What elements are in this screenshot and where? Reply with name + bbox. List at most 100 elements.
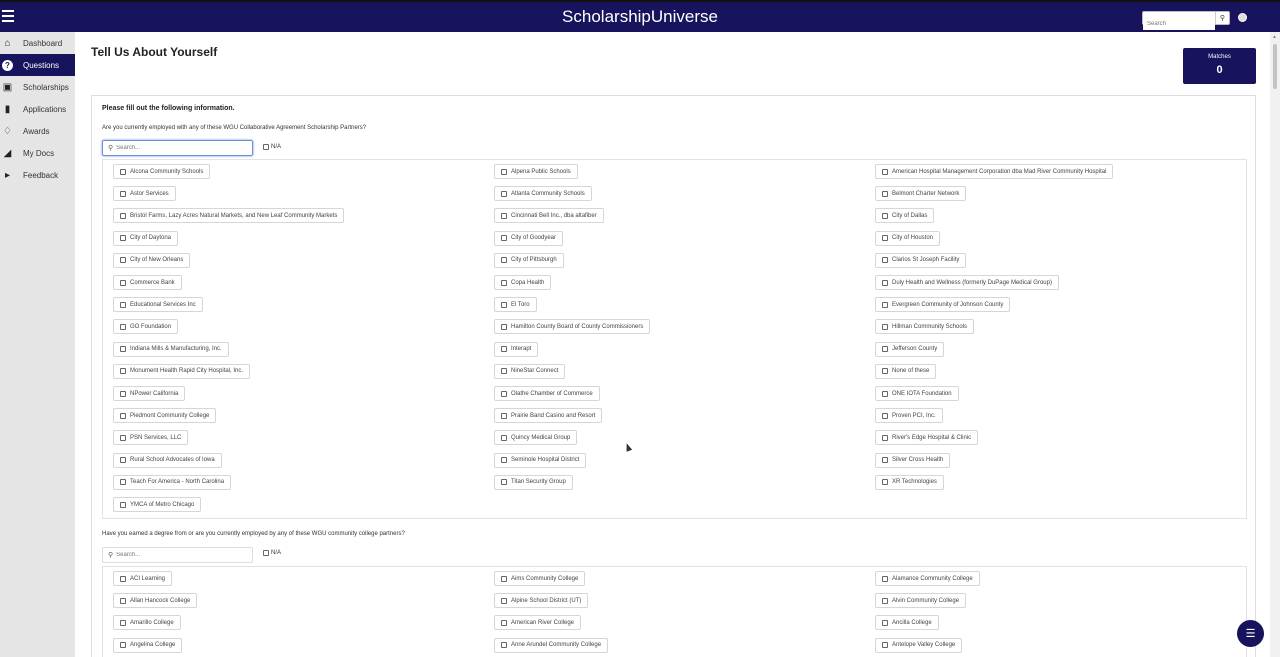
option-checkbox-item[interactable]: Interapt xyxy=(494,341,539,357)
option-checkbox-item[interactable]: GO Foundation xyxy=(113,319,179,335)
checkbox[interactable] xyxy=(120,619,126,626)
option-checkbox-item[interactable]: Bristol Farms, Lazy Acres Natural Market… xyxy=(113,208,345,224)
checkbox[interactable] xyxy=(120,457,126,464)
checkbox[interactable] xyxy=(882,619,888,626)
checkbox[interactable] xyxy=(120,642,126,649)
option-checkbox-item[interactable]: American Hospital Management Corporation… xyxy=(875,164,1114,179)
option-checkbox-item[interactable]: City of New Orleans xyxy=(113,252,191,268)
option-checkbox-item[interactable]: River's Edge Hospital & Clinic xyxy=(875,430,979,446)
checkbox[interactable] xyxy=(882,597,888,604)
option-checkbox-item[interactable]: Alvin Community College xyxy=(875,593,967,609)
option-checkbox-item[interactable]: Prairie Band Casino and Resort xyxy=(494,408,603,424)
na-checkbox[interactable] xyxy=(263,550,269,556)
checkbox[interactable] xyxy=(501,301,507,308)
option-checkbox-item[interactable]: Angelina College xyxy=(113,637,183,653)
checkbox[interactable] xyxy=(501,642,507,649)
checkbox[interactable] xyxy=(882,575,888,582)
option-checkbox-item[interactable]: Educational Services Inc xyxy=(113,297,203,313)
option-checkbox-item[interactable]: NineStar Connect xyxy=(494,363,566,379)
checkbox[interactable] xyxy=(882,190,888,197)
checkbox[interactable] xyxy=(120,368,126,375)
option-checkbox-item[interactable]: Jefferson County xyxy=(875,341,945,357)
checkbox[interactable] xyxy=(882,168,888,175)
checkbox[interactable] xyxy=(501,212,507,219)
option-checkbox-item[interactable]: Alpine School District (UT) xyxy=(494,593,589,609)
option-checkbox-item[interactable]: Silver Cross Health xyxy=(875,452,951,468)
checkbox[interactable] xyxy=(120,412,126,419)
checkbox[interactable] xyxy=(882,301,888,308)
checkbox[interactable] xyxy=(120,323,126,330)
option-checkbox-item[interactable]: City of Dallas xyxy=(875,208,935,224)
option-checkbox-item[interactable]: YMCA of Metro Chicago xyxy=(113,497,202,512)
checkbox[interactable] xyxy=(120,390,126,397)
option-checkbox-item[interactable]: Hillman Community Schools xyxy=(875,319,975,335)
option-checkbox-item[interactable]: PSN Services, LLC xyxy=(113,430,189,446)
sidebar-item-applications[interactable]: ▮ Applications xyxy=(0,98,75,120)
option-checkbox-item[interactable]: Seminole Hospital District xyxy=(494,452,587,468)
question-2-search-input[interactable] xyxy=(116,549,247,561)
checkbox[interactable] xyxy=(882,412,888,419)
option-checkbox-item[interactable]: ONE IOTA Foundation xyxy=(875,386,959,401)
top-search-input[interactable] xyxy=(1143,18,1215,30)
matches-badge[interactable]: Matches 0 xyxy=(1183,48,1256,84)
checkbox[interactable] xyxy=(120,434,126,441)
checkbox[interactable] xyxy=(120,235,126,242)
question-1-search-input[interactable] xyxy=(116,142,247,154)
checkbox[interactable] xyxy=(501,368,507,375)
checkbox[interactable] xyxy=(501,434,507,441)
option-checkbox-item[interactable]: Indiana Mills & Manufacturing, Inc. xyxy=(113,341,229,357)
option-checkbox-item[interactable]: Aims Community College xyxy=(494,571,586,586)
checkbox[interactable] xyxy=(882,457,888,464)
checkbox[interactable] xyxy=(120,279,126,286)
option-checkbox-item[interactable]: Alamance Community College xyxy=(875,571,980,586)
user-account-icon[interactable] xyxy=(1238,13,1247,22)
sidebar-item-questions[interactable]: ? Questions xyxy=(0,54,75,76)
option-checkbox-item[interactable]: City of Houston xyxy=(875,230,941,246)
checkbox[interactable] xyxy=(120,190,126,197)
option-checkbox-item[interactable]: Commerce Bank xyxy=(113,275,182,290)
checkbox[interactable] xyxy=(120,501,126,508)
option-checkbox-item[interactable]: ACI Learning xyxy=(113,571,173,586)
checkbox[interactable] xyxy=(501,235,507,242)
option-checkbox-item[interactable]: Quincy Medical Group xyxy=(494,430,578,446)
checkbox[interactable] xyxy=(882,235,888,242)
option-checkbox-item[interactable]: El Toro xyxy=(494,297,537,313)
sidebar-item-scholarships[interactable]: ▣ Scholarships xyxy=(0,76,75,98)
checkbox[interactable] xyxy=(120,597,126,604)
checkbox[interactable] xyxy=(501,457,507,464)
option-checkbox-item[interactable]: Alcona Community Schools xyxy=(113,164,211,179)
checkbox[interactable] xyxy=(882,434,888,441)
option-checkbox-item[interactable]: City of Goodyear xyxy=(494,230,564,246)
checkbox[interactable] xyxy=(882,212,888,219)
option-checkbox-item[interactable]: American River College xyxy=(494,615,582,631)
option-checkbox-item[interactable]: City of Daytona xyxy=(113,230,179,246)
checkbox[interactable] xyxy=(120,479,126,486)
checkbox[interactable] xyxy=(120,257,126,264)
sidebar-item-my-docs[interactable]: ◢ My Docs xyxy=(0,142,75,164)
checkbox[interactable] xyxy=(882,642,888,649)
option-checkbox-item[interactable]: Astor Services xyxy=(113,186,176,202)
checkbox[interactable] xyxy=(501,190,507,197)
option-checkbox-item[interactable]: Alpena Public Schools xyxy=(494,164,578,179)
checkbox[interactable] xyxy=(501,575,507,582)
checkbox[interactable] xyxy=(501,323,507,330)
checkbox[interactable] xyxy=(882,479,888,486)
checkbox[interactable] xyxy=(120,346,126,353)
checkbox[interactable] xyxy=(882,257,888,264)
checkbox[interactable] xyxy=(882,323,888,330)
checkbox[interactable] xyxy=(501,279,507,286)
option-checkbox-item[interactable]: Olathe Chamber of Commerce xyxy=(494,386,600,401)
checkbox[interactable] xyxy=(501,479,507,486)
sidebar-item-dashboard[interactable]: ⌂ Dashboard xyxy=(0,32,75,54)
option-checkbox-item[interactable]: Hamilton County Board of County Commissi… xyxy=(494,319,651,335)
sidebar-item-feedback[interactable]: ▸ Feedback xyxy=(0,164,75,186)
option-checkbox-item[interactable]: Copa Health xyxy=(494,275,552,290)
option-checkbox-item[interactable]: Allan Hancock College xyxy=(113,593,198,609)
option-checkbox-item[interactable]: Piedmont Community College xyxy=(113,408,217,424)
option-checkbox-item[interactable]: Belmont Charter Network xyxy=(875,186,967,202)
checkbox[interactable] xyxy=(120,168,126,175)
checkbox[interactable] xyxy=(882,279,888,286)
option-checkbox-item[interactable]: Evergreen Community of Johnson County xyxy=(875,297,1011,313)
checkbox[interactable] xyxy=(882,390,888,397)
checkbox[interactable] xyxy=(501,390,507,397)
